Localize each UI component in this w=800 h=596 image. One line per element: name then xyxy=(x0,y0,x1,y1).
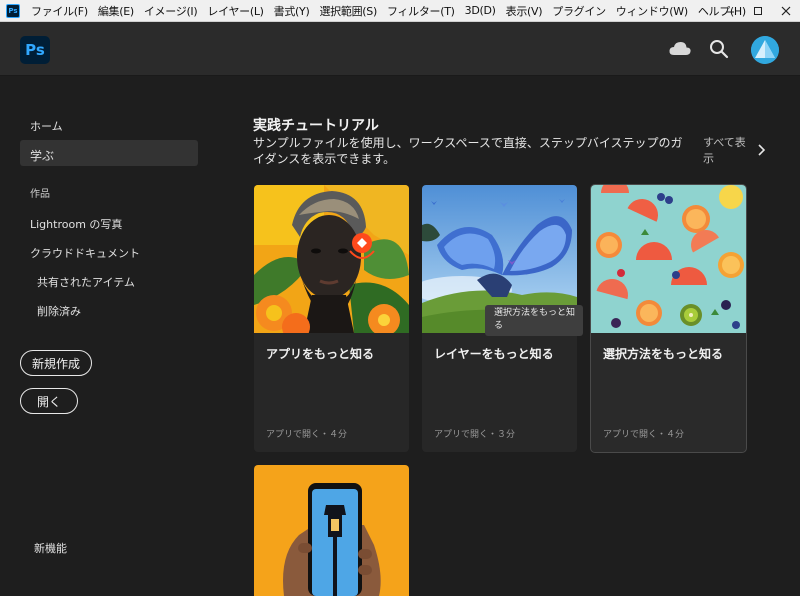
main-content: 実践チュートリアル サンプルファイルを使用し、ワークスペースで直接、ステップバイ… xyxy=(220,77,800,596)
sidebar-item-home[interactable]: ホーム xyxy=(30,118,63,134)
section-title: 実践チュートリアル xyxy=(253,118,379,134)
menu-file[interactable]: ファイル(F) xyxy=(26,3,93,19)
chevron-right-icon[interactable] xyxy=(756,143,766,157)
photoshop-logo[interactable]: Ps xyxy=(20,36,50,64)
show-all-link[interactable]: すべて表示 xyxy=(703,135,751,167)
menu-filter[interactable]: フィルター(T) xyxy=(382,3,460,19)
menu-view[interactable]: 表示(V) xyxy=(501,3,548,19)
card-title: 選択方法をもっと知る xyxy=(603,347,724,361)
minimize-icon[interactable] xyxy=(716,0,744,22)
card-image-portrait xyxy=(254,185,409,333)
menu-edit[interactable]: 編集(E) xyxy=(93,3,139,19)
menu-layer[interactable]: レイヤー(L) xyxy=(202,3,268,19)
card-title: アプリをもっと知る xyxy=(266,347,375,361)
open-button[interactable]: 開く xyxy=(20,388,78,414)
menu-3d[interactable]: 3D(D) xyxy=(460,4,501,17)
tooltip: 選択方法をもっと知る xyxy=(485,305,583,336)
sidebar-item-lightroom[interactable]: Lightroom の写真 xyxy=(30,216,122,232)
app-header: Ps xyxy=(0,22,800,76)
close-icon[interactable] xyxy=(772,0,800,22)
new-file-button[interactable]: 新規作成 xyxy=(20,350,92,376)
section-description: サンプルファイルを使用し、ワークスペースで直接、ステップバイステップのガイダンス… xyxy=(253,136,683,166)
menu-bar: Ps ファイル(F) 編集(E) イメージ(I) レイヤー(L) 書式(Y) 選… xyxy=(0,0,800,22)
avatar[interactable] xyxy=(751,36,779,64)
tutorial-card-selection[interactable]: 選択方法をもっと知る アプリで開く・４分 xyxy=(590,184,747,453)
sidebar-item-cloud-docs[interactable]: クラウドドキュメント xyxy=(30,245,140,261)
menu-plugins[interactable]: プラグイン xyxy=(547,3,611,19)
sidebar-item-whats-new[interactable]: 新機能 xyxy=(34,540,67,556)
search-icon[interactable] xyxy=(709,39,729,59)
menu-image[interactable]: イメージ(I) xyxy=(139,3,203,19)
sidebar-heading-works: 作品 xyxy=(30,189,50,200)
photoshop-app-icon: Ps xyxy=(6,3,20,18)
sidebar: ホーム 学ぶ 作品 Lightroom の写真 クラウドドキュメント 共有された… xyxy=(0,77,220,596)
card-title: レイヤーをもっと知る xyxy=(434,347,554,361)
card-meta: アプリで開く・４分 xyxy=(603,430,685,440)
menu-window[interactable]: ウィンドウ(W) xyxy=(611,3,693,19)
card-meta: アプリで開く・３分 xyxy=(434,430,516,440)
menu-select[interactable]: 選択範囲(S) xyxy=(314,3,381,19)
sidebar-item-deleted[interactable]: 削除済み xyxy=(37,303,81,319)
menu-type[interactable]: 書式(Y) xyxy=(269,3,315,19)
cloud-icon[interactable] xyxy=(668,39,692,59)
card-meta: アプリで開く・４分 xyxy=(266,430,348,440)
tutorial-card-phone[interactable] xyxy=(254,465,409,596)
card-image-fruits xyxy=(591,185,746,333)
sidebar-item-shared[interactable]: 共有されたアイテム xyxy=(37,274,135,290)
tutorial-card-app[interactable]: アプリをもっと知る アプリで開く・４分 xyxy=(254,185,409,452)
sidebar-item-learn-label: 学ぶ xyxy=(30,149,55,163)
maximize-icon[interactable] xyxy=(744,0,772,22)
